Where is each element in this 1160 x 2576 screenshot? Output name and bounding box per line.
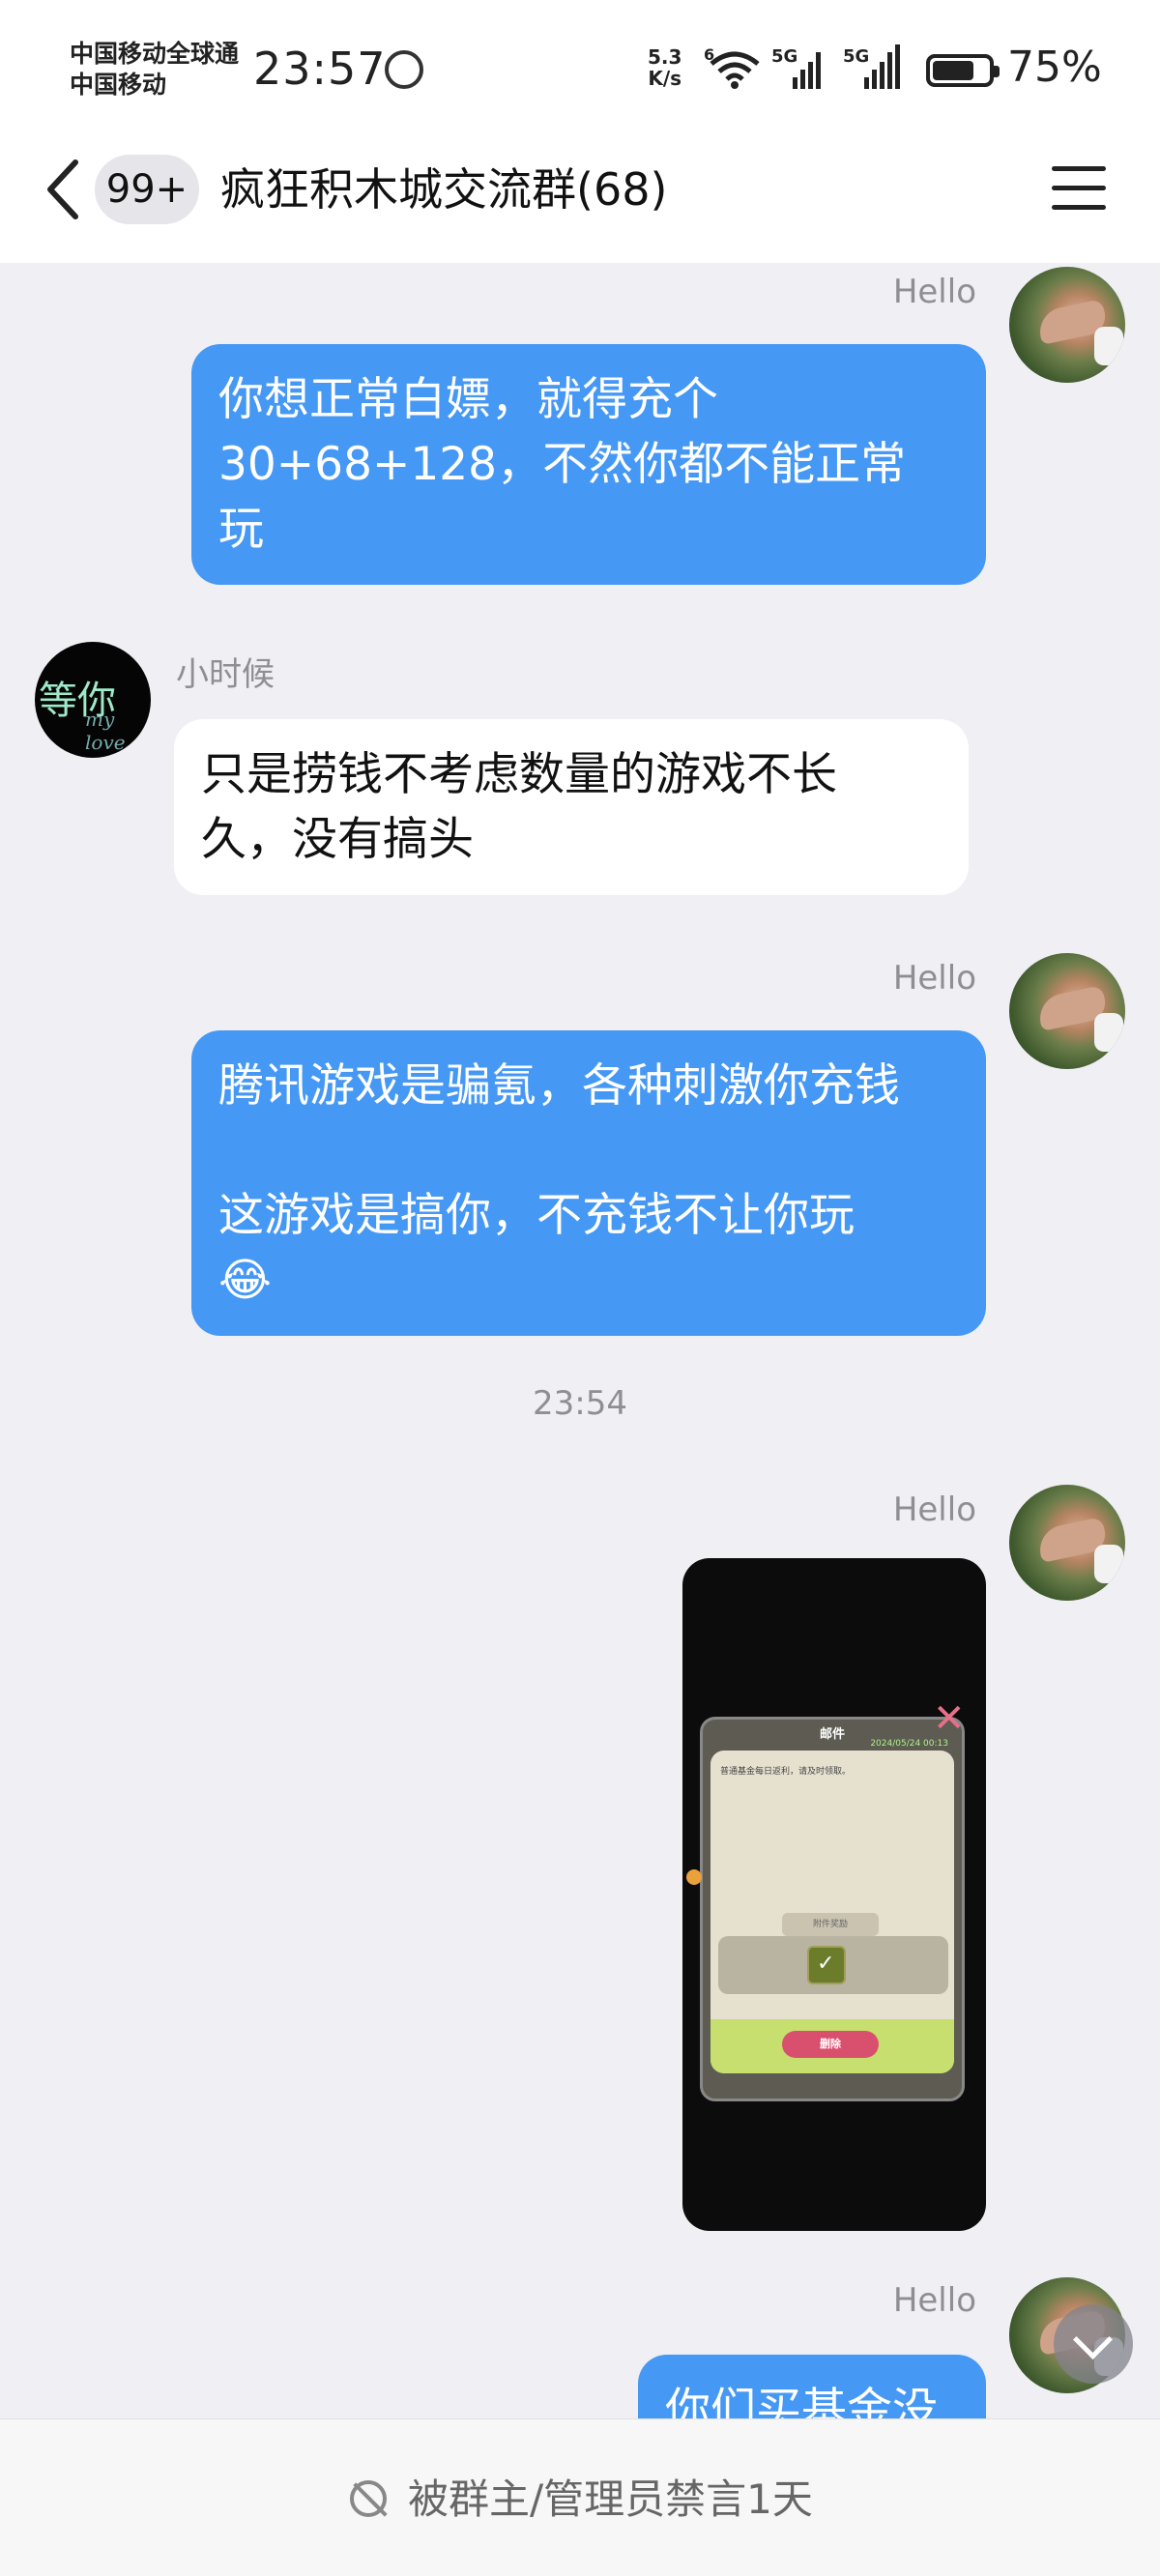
carrier-info: 中国移动全球通 中国移动 <box>70 39 239 101</box>
chevron-left-icon[interactable] <box>43 159 81 220</box>
message-timestamp: 23:54 <box>533 1384 627 1423</box>
activity-badge-icon <box>385 50 423 89</box>
attachment-item-icon <box>807 1946 846 1984</box>
muted-icon <box>350 2480 387 2517</box>
cell-signal-2-icon: 5G <box>843 44 900 89</box>
image-message[interactable]: 邮件 2024/05/24 00:13 ✕ 普通基金每日返利，请及时领取。 附件… <box>682 1558 986 2231</box>
hamburger-menu-icon[interactable] <box>1052 164 1106 213</box>
chat-message-list[interactable]: Hello 你想正常白嫖，就得充个 30+68+128，不然你都不能正常 玩 等… <box>0 263 1160 2418</box>
message-bubble[interactable]: 你想正常白嫖，就得充个 30+68+128，不然你都不能正常 玩 <box>191 344 986 585</box>
unread-count-badge[interactable]: 99+ <box>95 155 199 224</box>
sender-name: Hello <box>892 2281 976 2320</box>
wifi-icon: 6 <box>704 45 760 89</box>
avatar[interactable]: 等你 my love <box>35 642 151 758</box>
avatar[interactable] <box>1009 267 1125 383</box>
sender-name: Hello <box>892 959 976 998</box>
carrier-line2: 中国移动 <box>70 71 167 99</box>
battery-percent: 75% <box>1007 43 1102 92</box>
message-bubble[interactable]: 只是捞钱不考虑数量的游戏不长 久，没有搞头 <box>174 719 969 895</box>
game-mail-screenshot: 邮件 2024/05/24 00:13 ✕ 普通基金每日返利，请及时领取。 附件… <box>700 1699 966 2101</box>
mute-status-text: 被群主/管理员禁言1天 <box>408 2475 813 2523</box>
signal2-label: 5G <box>843 46 869 67</box>
net-speed-unit: K/s <box>648 67 682 90</box>
carrier-line1: 中国移动全球通 <box>70 40 240 68</box>
status-time: 23:57 <box>253 43 387 95</box>
close-icon: ✕ <box>933 1696 966 1741</box>
avatar[interactable] <box>1009 953 1125 1069</box>
avatar-subtext: my love <box>85 708 126 754</box>
coin-icon <box>686 1869 702 1885</box>
message-bubble[interactable]: 腾讯游戏是骗氪，各种刺激你充钱 这游戏是搞你，不充钱不让你玩 😂 <box>191 1030 986 1336</box>
sender-name: Hello <box>892 273 976 311</box>
mail-attachment-label: 附件奖励 <box>782 1913 879 1936</box>
battery-level <box>933 61 973 80</box>
mail-delete-button: 删除 <box>782 2031 879 2058</box>
message-bubble[interactable]: 你们买基金没 <box>638 2355 986 2418</box>
battery-icon <box>926 54 1000 87</box>
sender-name: Hello <box>892 1491 976 1529</box>
page-title[interactable]: 疯狂积木城交流群(68) <box>220 159 667 220</box>
signal1-label: 5G <box>771 46 798 67</box>
net-speed: 5.3 K/s <box>648 46 682 89</box>
cell-signal-1-icon: 5G <box>771 46 821 89</box>
avatar[interactable] <box>1009 1485 1125 1601</box>
scroll-to-bottom-button[interactable] <box>1054 2304 1133 2384</box>
net-speed-value: 5.3 <box>648 45 682 69</box>
mail-body: 普通基金每日返利，请及时领取。 <box>720 1767 852 1777</box>
sender-name: 小时候 <box>176 655 275 694</box>
